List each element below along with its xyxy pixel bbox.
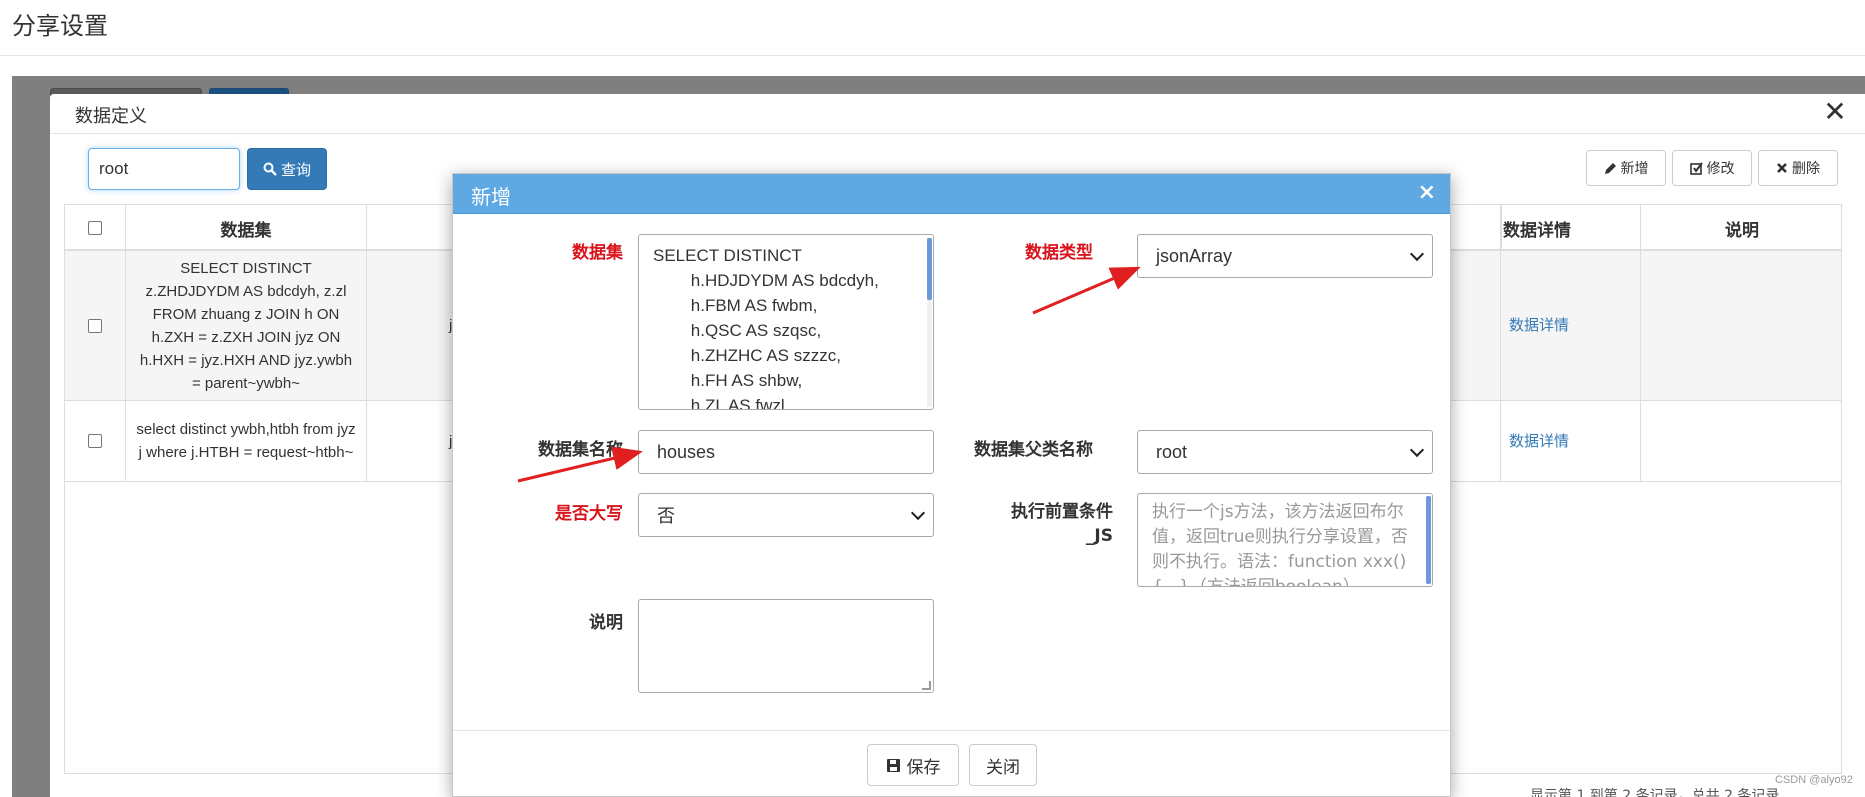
uppercase-value: 否: [657, 506, 675, 526]
description-cell: [1641, 251, 1843, 400]
search-button[interactable]: 查询: [247, 148, 327, 190]
description-cell: [1641, 401, 1843, 481]
row-checkbox[interactable]: [88, 434, 102, 448]
data-type-label: 数据类型: [1025, 243, 1093, 263]
column-header-dataset[interactable]: 数据集: [126, 205, 367, 251]
select-all-cell: [65, 205, 126, 251]
pencil-icon: [1604, 162, 1616, 174]
add-dialog-header: 新增 ×: [453, 174, 1450, 214]
page-title: 分享设置: [12, 12, 108, 40]
close-icon[interactable]: ×: [1418, 180, 1436, 205]
pagination-info: 显示第 1 到第 2 条记录，总共 2 条记录: [1530, 788, 1780, 797]
data-type-select[interactable]: jsonArray: [1137, 234, 1433, 278]
chevron-down-icon: [1409, 246, 1425, 262]
save-button-label: 保存: [906, 757, 941, 778]
precondition-js-textarea[interactable]: 执行一个js方法，该方法返回布尔值，返回true则执行分享设置，否则不执行。语法…: [1137, 493, 1433, 587]
remove-icon: [1777, 163, 1787, 173]
dataset-name-value: houses: [657, 441, 716, 462]
sql-line: h.HDJDYDM AS bdcdyh,: [653, 271, 879, 290]
edit-check-icon: [1689, 161, 1703, 175]
parent-name-select[interactable]: root: [1137, 430, 1433, 474]
sql-line: h.QSC AS szqsc,: [653, 321, 822, 340]
description-textarea[interactable]: [638, 599, 934, 693]
detail-link[interactable]: 数据详情: [1501, 401, 1641, 481]
precondition-label-line2: _JS: [1085, 526, 1113, 546]
uppercase-label: 是否大写: [555, 504, 623, 524]
sql-line: h.ZHZHC AS szzzc,: [653, 346, 841, 365]
save-button[interactable]: 保存: [867, 744, 959, 786]
chevron-down-icon: [910, 505, 926, 521]
column-header-description[interactable]: 说明: [1641, 205, 1843, 251]
scrollbar-thumb[interactable]: [927, 238, 932, 300]
dataset-cell: SELECT DISTINCT z.ZHDJDYDM AS bdcdyh, z.…: [126, 251, 367, 400]
delete-button[interactable]: 删除: [1758, 150, 1838, 186]
precondition-label-line1: 执行前置条件: [1011, 502, 1113, 522]
sql-line: h.FH AS shbw,: [653, 371, 803, 390]
scrollbar-thumb[interactable]: [1426, 496, 1431, 584]
description-label: 说明: [589, 613, 623, 633]
search-button-label: 查询: [280, 160, 311, 179]
watermark: CSDN @alyo92: [1775, 774, 1853, 786]
precondition-placeholder: 执行一个js方法，该方法返回布尔值，返回true则执行分享设置，否则不执行。语法…: [1152, 502, 1408, 587]
select-all-checkbox[interactable]: [88, 221, 102, 235]
close-icon[interactable]: ✕: [1820, 98, 1850, 128]
precondition-label: 执行前置条件 _JS: [973, 500, 1113, 548]
row-checkbox-cell: [65, 251, 126, 400]
sql-line: h.FBM AS fwbm,: [653, 296, 818, 315]
add-button[interactable]: 新增: [1586, 150, 1666, 186]
detail-link[interactable]: 数据详情: [1501, 251, 1641, 400]
chevron-down-icon: [1409, 442, 1425, 458]
dataset-label: 数据集: [572, 243, 623, 263]
search-input[interactable]: [88, 148, 240, 190]
close-button-label: 关闭: [986, 757, 1020, 778]
data-definition-title: 数据定义: [75, 106, 147, 127]
dataset-cell: select distinct ywbh,htbh from jyz j whe…: [126, 401, 367, 481]
resize-handle[interactable]: [922, 681, 931, 690]
edit-button-label: 修改: [1706, 161, 1735, 177]
parent-name-value: root: [1156, 441, 1188, 462]
edit-button[interactable]: 修改: [1672, 150, 1752, 186]
data-type-value: jsonArray: [1156, 245, 1233, 266]
page-header: 分享设置: [0, 0, 1865, 56]
close-button[interactable]: 关闭: [969, 744, 1037, 786]
sql-line: h.ZL AS fwzl: [653, 396, 785, 410]
dataset-name-label: 数据集名称: [538, 440, 623, 460]
row-checkbox-cell: [65, 401, 126, 481]
sql-line: SELECT DISTINCT: [653, 246, 802, 265]
add-button-label: 新增: [1620, 161, 1649, 177]
delete-button-label: 删除: [1792, 161, 1820, 177]
dataset-name-input[interactable]: houses: [638, 430, 934, 474]
floppy-disk-icon: [886, 758, 900, 772]
column-header-detail[interactable]: 数据详情: [1501, 205, 1641, 251]
add-dialog-title: 新增: [471, 185, 511, 209]
search-icon: [263, 162, 277, 176]
uppercase-select[interactable]: 否: [638, 493, 934, 537]
dataset-sql-textarea[interactable]: SELECT DISTINCT h.HDJDYDM AS bdcdyh, h.F…: [638, 234, 934, 410]
add-dialog: 新增 × 数据集 SELECT DISTINCT h.HDJDYDM AS bd…: [452, 173, 1451, 797]
parent-name-label: 数据集父类名称: [974, 440, 1093, 460]
data-definition-header: 数据定义 ✕: [50, 94, 1865, 134]
row-checkbox[interactable]: [88, 318, 102, 333]
